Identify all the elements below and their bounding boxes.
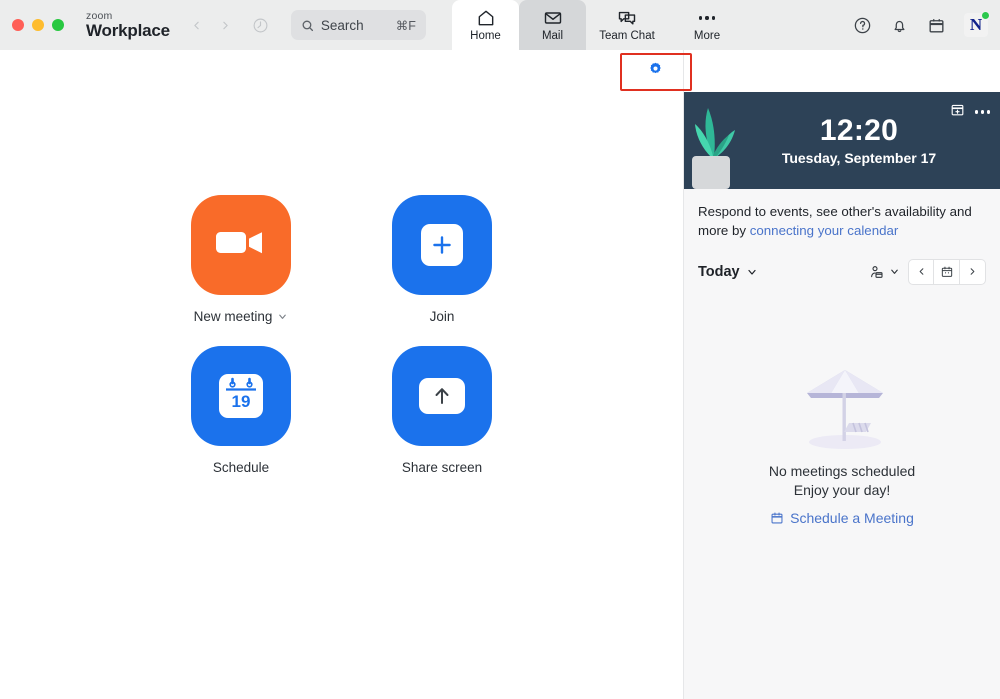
brand-zoom-label: zoom — [86, 9, 113, 22]
connect-calendar-link[interactable]: connecting your calendar — [750, 223, 899, 238]
today-label: Today — [698, 263, 740, 280]
mail-envelope-icon — [543, 8, 563, 28]
status-badge — [981, 11, 990, 20]
help-question-icon[interactable] — [853, 16, 872, 35]
search-shortcut-label: ⌘F — [395, 18, 416, 33]
connect-calendar-prompt: Respond to events, see other's availabil… — [684, 189, 1000, 247]
avatar-initial: N — [969, 15, 983, 34]
notification-bell-icon[interactable] — [890, 16, 909, 35]
maximize-window-button[interactable] — [52, 19, 64, 31]
history-navigation — [190, 17, 269, 34]
calendar-icon[interactable] — [927, 16, 946, 35]
join-action[interactable]: Join — [367, 194, 517, 324]
new-meeting-label: New meeting — [193, 308, 273, 324]
chevron-down-icon[interactable] — [277, 311, 288, 322]
panel-toolbar — [649, 50, 1000, 92]
tab-more[interactable]: More — [668, 0, 746, 50]
share-screen-label: Share screen — [401, 459, 483, 475]
tab-team-chat[interactable]: Team Chat — [586, 0, 668, 50]
schedule-label: Schedule — [212, 459, 270, 475]
app-brand: zoom Workplace — [86, 9, 170, 40]
close-window-button[interactable] — [12, 19, 24, 31]
ellipsis-icon — [698, 8, 716, 28]
next-day-button[interactable] — [960, 258, 986, 285]
gear-icon — [648, 61, 663, 81]
calendar-person-selector[interactable] — [869, 264, 900, 280]
calendar-icon — [770, 511, 784, 525]
calendar-19-icon: 19 — [219, 373, 263, 418]
current-date: Tuesday, September 17 — [781, 150, 937, 167]
date-nav-buttons — [908, 258, 986, 285]
plus-icon — [421, 223, 463, 266]
search-placeholder: Search — [320, 17, 364, 33]
person-calendar-icon — [869, 264, 885, 280]
chevron-down-icon — [889, 266, 900, 277]
tab-more-label: More — [693, 30, 721, 42]
titlebar-right-icons: N — [853, 0, 990, 50]
banner-icons — [950, 102, 990, 122]
tab-home[interactable]: Home — [452, 0, 519, 50]
zoom-workplace-window: zoom Workplace Search ⌘F Home Mail Team … — [0, 0, 1000, 699]
tab-mail[interactable]: Mail — [519, 0, 586, 50]
tab-team-chat-label: Team Chat — [599, 30, 655, 42]
schedule-button[interactable]: 19 — [191, 345, 291, 446]
join-label: Join — [429, 308, 455, 324]
previous-day-button[interactable] — [908, 258, 934, 285]
back-button[interactable] — [190, 19, 203, 32]
tab-mail-label: Mail — [541, 30, 564, 42]
quick-actions-row-1: New meeting Join — [166, 194, 517, 324]
quick-actions: New meeting Join 19 Schedule Share scree… — [0, 50, 683, 699]
join-caption: Join — [430, 309, 455, 324]
schedule-action[interactable]: 19 Schedule — [166, 345, 316, 475]
ellipsis-icon[interactable] — [975, 110, 990, 114]
schedule-caption: Schedule — [213, 460, 269, 475]
search-input[interactable]: Search ⌘F — [290, 10, 426, 40]
avatar[interactable]: N — [964, 11, 990, 37]
history-circle-icon[interactable] — [252, 17, 269, 34]
settings-button[interactable] — [621, 52, 689, 89]
minimize-window-button[interactable] — [32, 19, 44, 31]
beach-umbrella-icon — [787, 350, 897, 455]
chevron-down-icon — [746, 266, 758, 278]
forward-button[interactable] — [219, 19, 232, 32]
title-bar: zoom Workplace Search ⌘F Home Mail Team … — [0, 0, 1000, 50]
arrow-up-icon — [419, 377, 465, 414]
main-tabs: Home Mail Team Chat More — [452, 0, 746, 50]
empty-state-line-2: Enjoy your day! — [793, 482, 891, 498]
empty-state: No meetings scheduled Enjoy your day! Sc… — [684, 350, 1000, 526]
brand-workplace-label: Workplace — [86, 20, 170, 40]
quick-actions-row-2: 19 Schedule Share screen — [166, 345, 517, 475]
share-screen-button[interactable] — [392, 345, 492, 446]
calendar-picker-button[interactable] — [934, 258, 960, 285]
video-camera-icon — [214, 223, 268, 266]
window-controls[interactable] — [12, 19, 64, 31]
today-selector[interactable]: Today — [698, 264, 758, 280]
tab-home-label: Home — [470, 30, 501, 42]
share-screen-action[interactable]: Share screen — [367, 345, 517, 475]
schedule-meeting-label: Schedule a Meeting — [790, 510, 914, 526]
new-meeting-action[interactable]: New meeting — [166, 194, 316, 324]
clock-banner: 12:20 Tuesday, September 17 — [684, 92, 1000, 189]
home-main-area: New meeting Join 19 Schedule Share scree… — [0, 50, 683, 699]
calendar-controls: Today — [684, 247, 1000, 295]
search-icon — [301, 19, 314, 32]
calendar-nav-controls — [869, 258, 986, 285]
new-meeting-caption: New meeting — [194, 309, 289, 324]
new-meeting-button[interactable] — [191, 194, 291, 295]
schedule-meeting-link[interactable]: Schedule a Meeting — [770, 510, 914, 526]
calendar-panel: 12:20 Tuesday, September 17 Respond to e… — [649, 50, 1000, 699]
home-icon — [476, 8, 496, 28]
chat-bubbles-icon — [617, 8, 637, 28]
empty-state-line-1: No meetings scheduled — [768, 463, 916, 479]
calendar-add-icon[interactable] — [950, 102, 965, 122]
plant-illustration — [686, 94, 738, 189]
share-screen-caption: Share screen — [402, 460, 482, 475]
join-button[interactable] — [392, 194, 492, 295]
